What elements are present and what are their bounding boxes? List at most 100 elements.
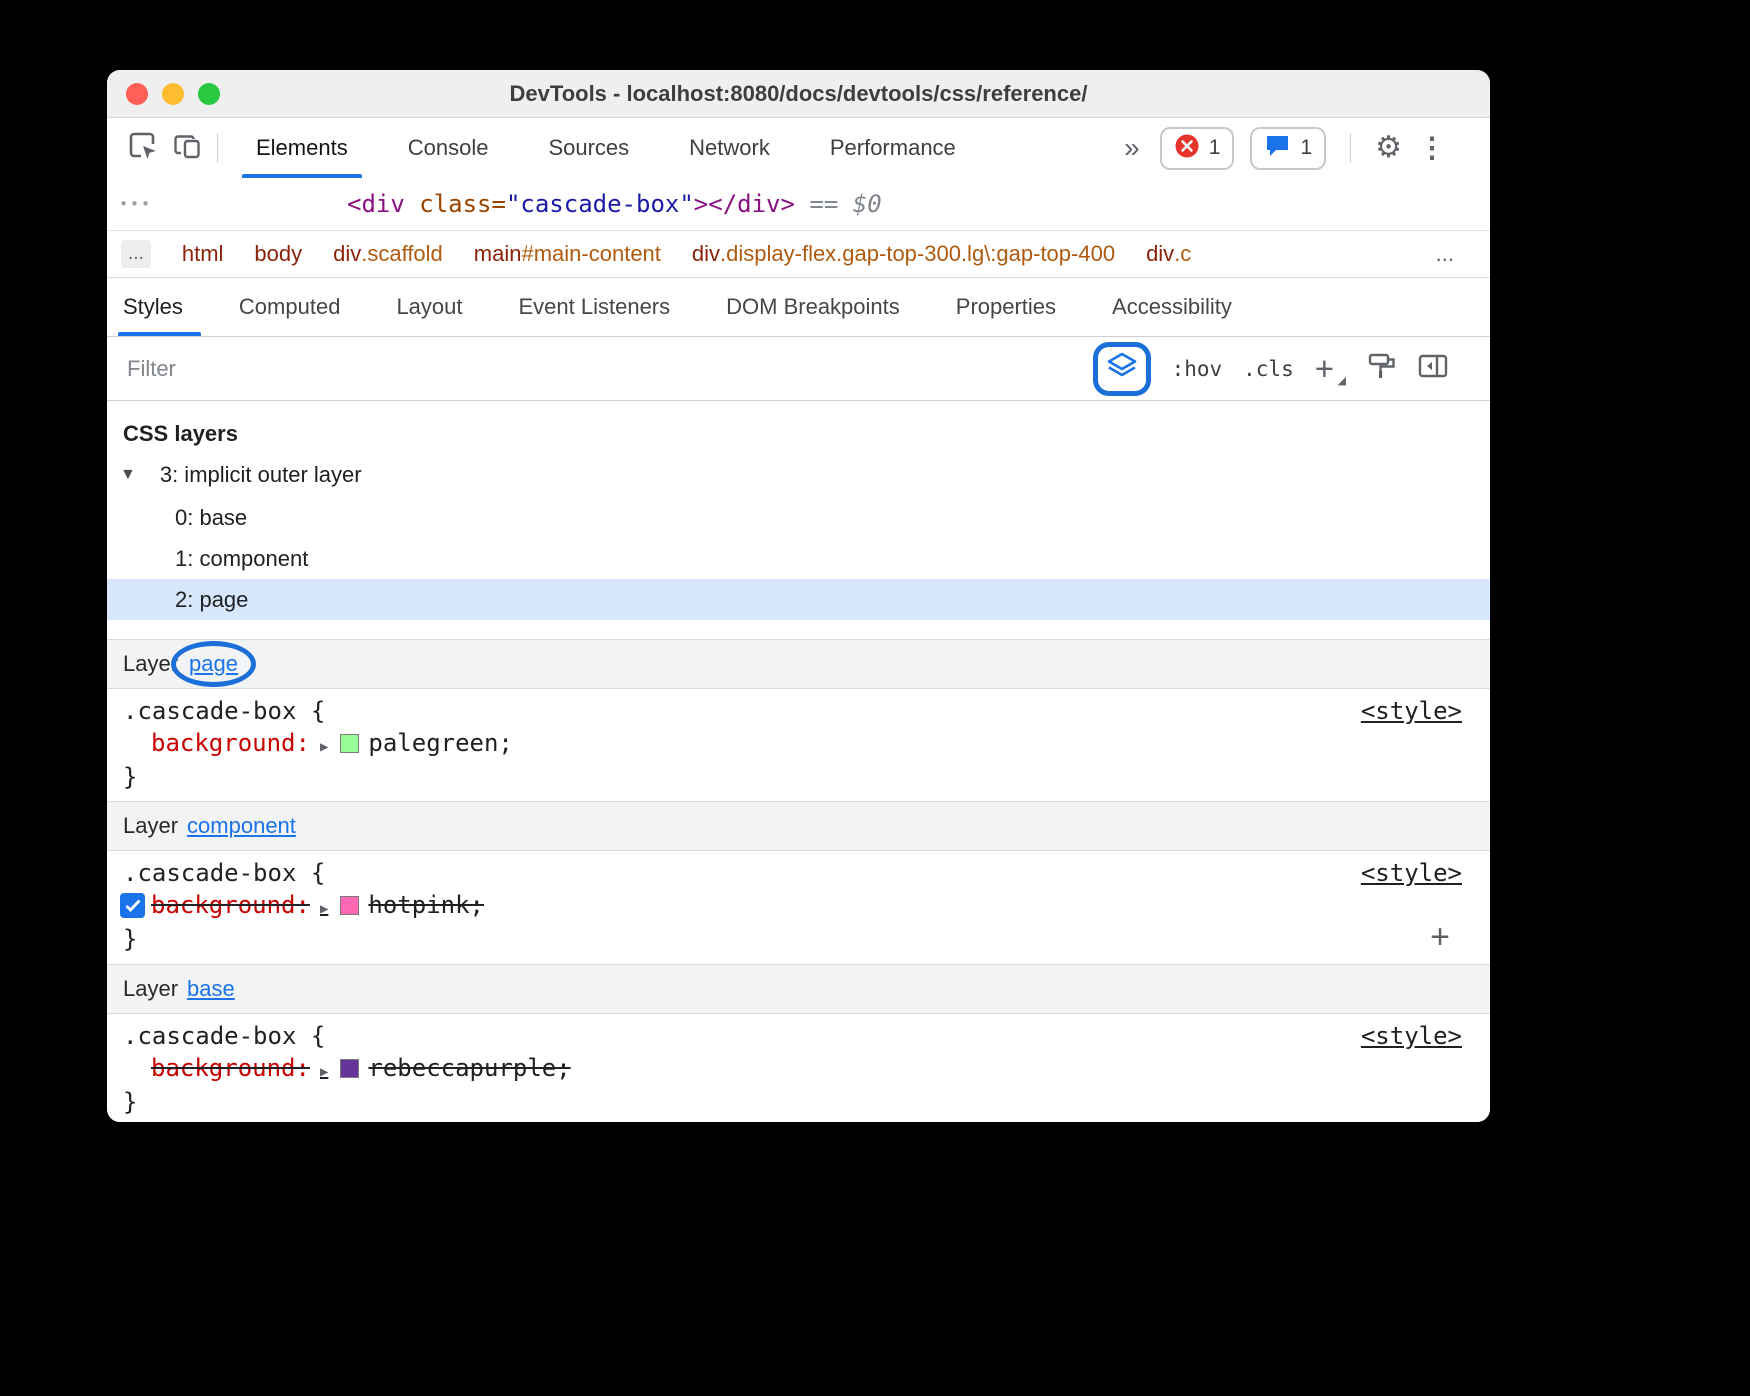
close-brace: } [123, 1088, 137, 1116]
selected-node-var: $0 [853, 190, 882, 218]
property-value[interactable]: palegreen; [368, 729, 513, 757]
tab-properties[interactable]: Properties [928, 278, 1084, 336]
disclosure-triangle-icon[interactable]: ▼ [120, 466, 136, 484]
tab-elements[interactable]: Elements [226, 118, 378, 178]
crumb-base: div [1146, 241, 1174, 267]
tag-open: <div [347, 190, 405, 218]
error-count: 1 [1209, 136, 1221, 160]
style-source-link[interactable]: <style> [1361, 859, 1462, 887]
zoom-window-button[interactable] [198, 83, 220, 105]
style-source-link[interactable]: <style> [1361, 1022, 1462, 1050]
rule-selector[interactable]: .cascade-box { [123, 859, 325, 887]
titlebar: DevTools - localhost:8080/docs/devtools/… [107, 70, 1490, 118]
message-badge[interactable]: 1 [1250, 127, 1326, 170]
layer-link-component[interactable]: component [187, 813, 296, 839]
breadcrumb-item-body[interactable]: body [254, 241, 302, 267]
tab-layout[interactable]: Layout [368, 278, 490, 336]
rule-selector[interactable]: .cascade-box { [123, 1022, 325, 1050]
crumb-qualifier: .display-flex.gap-top-300.lg\:gap-top-40… [720, 241, 1115, 267]
device-toolbar-button[interactable] [165, 125, 209, 171]
tab-event-listeners[interactable]: Event Listeners [491, 278, 699, 336]
layer-section-header-page: Layer page [107, 639, 1490, 689]
tab-performance[interactable]: Performance [800, 118, 986, 178]
layer-link-page[interactable]: page [189, 651, 238, 677]
rule-selector[interactable]: .cascade-box { [123, 697, 325, 725]
close-window-button[interactable] [126, 83, 148, 105]
paint-format-button[interactable] [1367, 351, 1397, 386]
layer-item-component[interactable]: 1: component [107, 538, 1490, 579]
tab-label: Styles [123, 294, 183, 320]
kebab-icon: ⋮ [1418, 132, 1446, 163]
color-swatch[interactable] [340, 734, 359, 753]
layer-label: Layer [123, 813, 178, 839]
breadcrumb-item-truncated[interactable]: div.c [1146, 241, 1191, 267]
css-declaration-background[interactable]: background:▶palegreen; [107, 727, 1490, 760]
tab-network[interactable]: Network [659, 118, 800, 178]
tab-computed[interactable]: Computed [211, 278, 369, 336]
sidebar-toggle-icon [1418, 366, 1448, 383]
tag-close: ></div> [694, 190, 795, 218]
filter-input[interactable] [125, 355, 1093, 383]
expand-arrow-icon[interactable]: ▶ [320, 739, 328, 755]
style-rule-page: .cascade-box { <style> background:▶paleg… [107, 689, 1490, 801]
property-value[interactable]: rebeccapurple; [368, 1054, 570, 1082]
breadcrumb-item-html[interactable]: html [182, 241, 224, 267]
tab-console[interactable]: Console [378, 118, 519, 178]
tab-label: Layout [396, 294, 462, 320]
style-rule-component: .cascade-box { <style> background:▶hotpi… [107, 851, 1490, 964]
breadcrumb-overflow-right[interactable]: ... [1436, 241, 1454, 267]
color-swatch[interactable] [340, 1059, 359, 1078]
tab-dom-breakpoints[interactable]: DOM Breakpoints [698, 278, 928, 336]
main-menu-button[interactable]: ⋮ [1418, 134, 1446, 162]
new-style-rule-button[interactable]: +◢ [1315, 352, 1346, 385]
toolbar-right-cluster: » 1 1 ⚙ ⋮ [1124, 127, 1490, 170]
expand-arrow-icon[interactable]: ▶ [320, 901, 328, 917]
inspect-element-button[interactable] [121, 125, 165, 171]
tab-accessibility[interactable]: Accessibility [1084, 278, 1260, 336]
crumb-qualifier: .scaffold [361, 241, 443, 267]
error-badge[interactable]: 1 [1160, 127, 1235, 170]
style-rule-base: .cascade-box { <style> background:▶rebec… [107, 1014, 1490, 1122]
settings-button[interactable]: ⚙ [1375, 133, 1402, 163]
breadcrumb-overflow-left[interactable]: ... [121, 240, 151, 268]
tab-label: DOM Breakpoints [726, 294, 900, 320]
window-title: DevTools - localhost:8080/docs/devtools/… [510, 81, 1088, 107]
gear-icon: ⚙ [1375, 131, 1402, 164]
tab-label: Properties [956, 294, 1056, 320]
property-value[interactable]: hotpink; [368, 891, 484, 919]
breadcrumb-item-display-flex[interactable]: div.display-flex.gap-top-300.lg\:gap-top… [692, 241, 1115, 267]
crumb-base: body [254, 241, 302, 267]
tab-styles[interactable]: Styles [123, 278, 211, 336]
property-name[interactable]: background [151, 1054, 296, 1082]
property-checkbox[interactable] [120, 893, 145, 918]
property-name[interactable]: background [151, 891, 296, 919]
message-count: 1 [1300, 136, 1312, 160]
toolbar-divider [217, 133, 218, 163]
layer-link-base[interactable]: base [187, 976, 235, 1002]
dom-overflow-dots[interactable]: ••• [119, 195, 152, 213]
toggle-pseudo-state-button[interactable]: :hov [1172, 357, 1223, 381]
element-classes-button[interactable]: .cls [1243, 357, 1294, 381]
expand-arrow-icon[interactable]: ▶ [320, 1064, 328, 1080]
breadcrumb-item-scaffold[interactable]: div.scaffold [333, 241, 443, 267]
add-property-button[interactable]: + [1430, 917, 1450, 956]
crumb-base: div [333, 241, 361, 267]
layer-item-page[interactable]: 2: page [107, 579, 1490, 620]
toggle-sidebar-button[interactable] [1418, 353, 1448, 384]
selected-node-equals: == [795, 190, 853, 218]
minimize-window-button[interactable] [162, 83, 184, 105]
layer-item-base[interactable]: 0: base [107, 497, 1490, 538]
color-swatch[interactable] [340, 896, 359, 915]
toggle-css-layers-button[interactable] [1093, 342, 1151, 396]
tab-sources[interactable]: Sources [518, 118, 659, 178]
layer-tree-root[interactable]: ▼ 3: implicit outer layer [107, 453, 1490, 497]
style-source-link[interactable]: <style> [1361, 697, 1462, 725]
more-tabs-button[interactable]: » [1124, 132, 1140, 164]
property-name[interactable]: background [151, 729, 296, 757]
dom-node-cascade-box[interactable]: <div class="cascade-box"></div> == $0 [347, 190, 882, 218]
layer-tree-root-label: 3: implicit outer layer [160, 462, 362, 488]
css-declaration-background-overridden[interactable]: background:▶hotpink; [107, 889, 1490, 922]
crumb-base: div [692, 241, 720, 267]
css-declaration-background-overridden[interactable]: background:▶rebeccapurple; [107, 1052, 1490, 1085]
breadcrumb-item-main-content[interactable]: main#main-content [474, 241, 661, 267]
